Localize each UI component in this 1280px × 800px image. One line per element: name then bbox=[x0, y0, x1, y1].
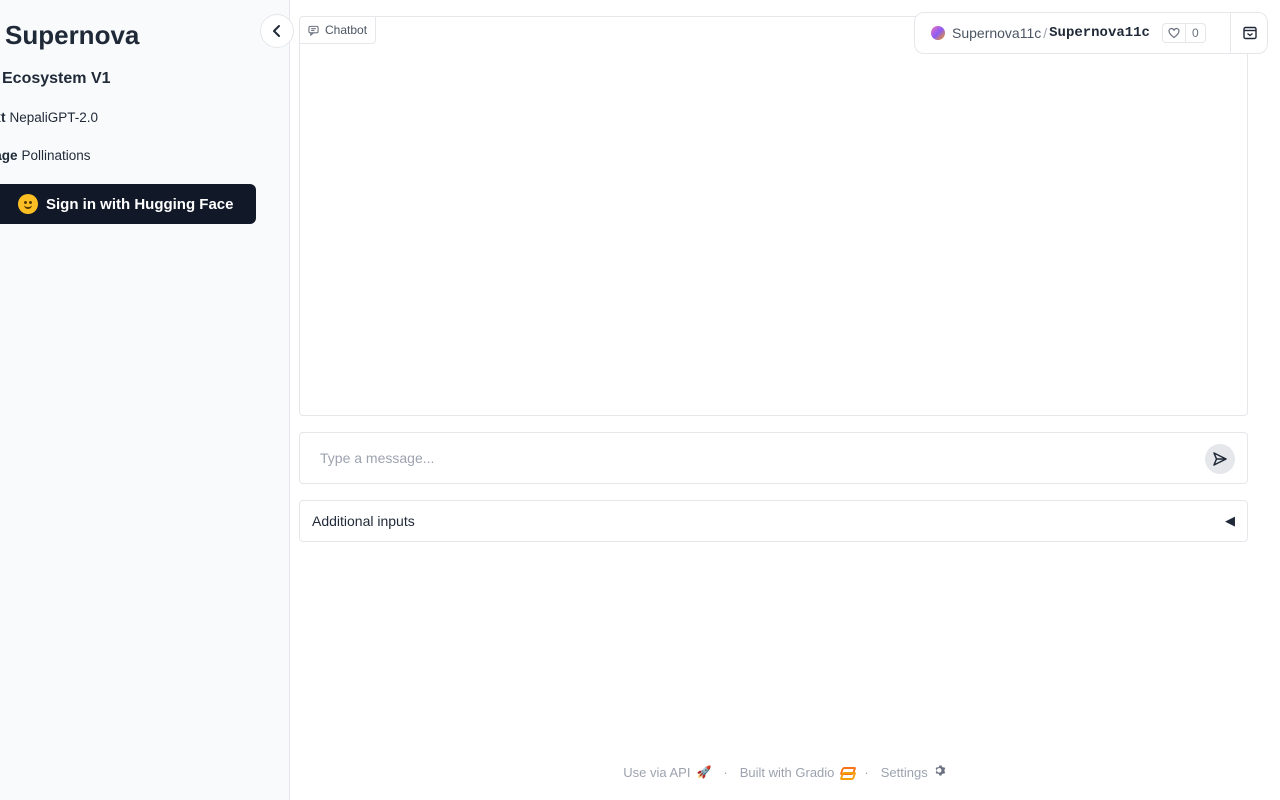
like-count: 0 bbox=[1191, 26, 1199, 40]
settings-link[interactable]: Settings bbox=[881, 764, 947, 780]
built-with-gradio-label: Built with Gradio bbox=[739, 764, 835, 780]
chatbot-label-text: Chatbot bbox=[325, 23, 368, 37]
gradio-logo-icon bbox=[840, 767, 852, 777]
paper-plane-icon bbox=[1213, 452, 1227, 466]
info-row-key: nage bbox=[0, 148, 18, 163]
send-button[interactable] bbox=[1205, 444, 1235, 474]
space-badge: Supernova11c / Supernova11c 0 bbox=[914, 12, 1268, 54]
chevron-left-icon bbox=[273, 25, 280, 37]
use-via-api-label: Use via API bbox=[623, 764, 691, 780]
heart-icon bbox=[1168, 27, 1180, 39]
settings-label: Settings bbox=[880, 764, 928, 780]
like-button[interactable] bbox=[1163, 24, 1186, 42]
footer-separator: · bbox=[723, 764, 728, 780]
space-owner-link[interactable]: Supernova11c bbox=[952, 25, 1041, 41]
footer-separator: · bbox=[864, 764, 869, 780]
badge-slash: / bbox=[1043, 25, 1048, 41]
chat-bubble-icon bbox=[308, 25, 319, 36]
accordion-arrow-icon: ◀ bbox=[1225, 513, 1235, 528]
message-input[interactable] bbox=[320, 447, 1180, 469]
info-row-value: NepaliGPT-2.0 bbox=[9, 110, 99, 125]
like-widget: 0 bbox=[1161, 23, 1206, 43]
chatbot-label: Chatbot bbox=[300, 17, 377, 44]
hugging-face-emoji-icon bbox=[18, 194, 38, 214]
rocket-icon: 🚀 bbox=[696, 765, 712, 779]
sidebar-subtitle: Ecosystem V1 bbox=[2, 70, 111, 87]
additional-inputs-accordion[interactable]: Additional inputs ◀ bbox=[299, 500, 1248, 542]
info-row-image-model: nagePollinations bbox=[0, 148, 91, 163]
brand-title: Supernova bbox=[0, 20, 139, 51]
badge-collapse-button[interactable] bbox=[1231, 13, 1268, 53]
info-row-text-model: extNepaliGPT-2.0 bbox=[0, 110, 98, 125]
built-with-gradio-link[interactable]: Built with Gradio bbox=[740, 765, 853, 780]
use-via-api-link[interactable]: Use via API 🚀 bbox=[623, 765, 711, 780]
info-row-value: Pollinations bbox=[21, 148, 91, 163]
footer: Use via API 🚀 · Built with Gradio · Sett… bbox=[290, 764, 1280, 780]
space-avatar-icon bbox=[931, 26, 945, 40]
accordion-label: Additional inputs bbox=[312, 513, 415, 529]
sign-in-button[interactable]: Sign in with Hugging Face bbox=[0, 184, 256, 224]
chatbot-panel: Chatbot bbox=[299, 16, 1248, 416]
sidebar: Supernova Ecosystem V1 extNepaliGPT-2.0 … bbox=[0, 0, 290, 800]
brand-text: Supernova bbox=[5, 20, 140, 50]
message-box bbox=[299, 432, 1248, 484]
sidebar-collapse-button[interactable] bbox=[260, 14, 294, 48]
gear-icon bbox=[934, 764, 947, 780]
sign-in-label: Sign in with Hugging Face bbox=[46, 195, 234, 213]
panel-collapse-icon bbox=[1242, 26, 1257, 40]
info-row-key: ext bbox=[0, 110, 6, 125]
space-repo-link[interactable]: Supernova11c bbox=[1049, 25, 1150, 41]
